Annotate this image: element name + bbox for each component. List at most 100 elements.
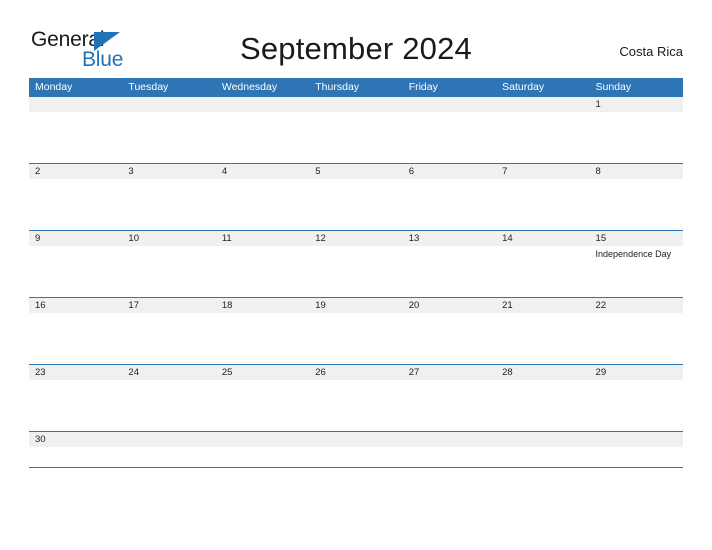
day-cell[interactable] (29, 447, 122, 467)
day-cell[interactable] (403, 246, 496, 296)
day-number[interactable] (216, 97, 309, 112)
day-cell[interactable] (403, 179, 496, 229)
day-cell[interactable] (122, 447, 215, 467)
day-cell[interactable] (216, 179, 309, 229)
week-event-strip (29, 447, 683, 467)
day-cell[interactable] (216, 447, 309, 467)
day-number[interactable] (29, 97, 122, 112)
day-number[interactable] (309, 432, 402, 447)
day-cell[interactable] (122, 112, 215, 162)
day-number[interactable] (122, 432, 215, 447)
day-number[interactable]: 30 (29, 432, 122, 447)
day-number[interactable]: 9 (29, 231, 122, 246)
day-number[interactable]: 11 (216, 231, 309, 246)
day-cell[interactable] (496, 179, 589, 229)
day-cell[interactable] (29, 380, 122, 430)
day-cell[interactable] (403, 447, 496, 467)
day-cell[interactable] (496, 246, 589, 296)
day-cell[interactable] (590, 447, 683, 467)
weekday-header-saturday: Saturday (502, 81, 545, 93)
day-cell[interactable] (29, 246, 122, 296)
day-number[interactable]: 21 (496, 298, 589, 313)
day-cell[interactable] (309, 179, 402, 229)
day-number[interactable] (590, 432, 683, 447)
day-number[interactable]: 2 (29, 164, 122, 179)
day-cell[interactable] (590, 112, 683, 162)
day-cell[interactable]: Independence Day (590, 246, 683, 296)
calendar-page: General Blue September 2024 Costa Rica M… (0, 0, 712, 550)
day-cell[interactable] (496, 447, 589, 467)
day-cell[interactable] (122, 246, 215, 296)
day-number[interactable]: 3 (122, 164, 215, 179)
week-event-strip (29, 313, 683, 363)
day-cell[interactable] (29, 313, 122, 363)
day-cell[interactable] (590, 179, 683, 229)
day-number[interactable] (496, 432, 589, 447)
week-row: 30 (29, 432, 683, 468)
day-cell[interactable] (216, 313, 309, 363)
weekday-header-tuesday: Tuesday (128, 81, 169, 93)
day-number[interactable]: 7 (496, 164, 589, 179)
weekday-header-wednesday: Wednesday (221, 81, 278, 93)
day-cell[interactable] (216, 380, 309, 430)
week-date-strip: 23 24 25 26 27 28 29 (29, 365, 683, 380)
day-number[interactable] (403, 432, 496, 447)
day-number[interactable]: 14 (496, 231, 589, 246)
day-cell[interactable] (496, 380, 589, 430)
day-number[interactable]: 16 (29, 298, 122, 313)
day-number[interactable]: 22 (590, 298, 683, 313)
day-number[interactable]: 19 (309, 298, 402, 313)
day-number[interactable]: 25 (216, 365, 309, 380)
day-number[interactable]: 24 (122, 365, 215, 380)
week-row: 23 24 25 26 27 28 29 (29, 365, 683, 432)
day-number[interactable]: 29 (590, 365, 683, 380)
day-number[interactable]: 1 (590, 97, 683, 112)
day-number[interactable] (403, 97, 496, 112)
day-number[interactable]: 20 (403, 298, 496, 313)
day-cell[interactable] (403, 313, 496, 363)
day-number[interactable]: 8 (590, 164, 683, 179)
weekday-header-thursday: Thursday (315, 81, 360, 93)
day-number[interactable]: 5 (309, 164, 402, 179)
page-header: General Blue September 2024 Costa Rica (0, 0, 712, 76)
day-cell[interactable] (403, 380, 496, 430)
week-date-strip: 2 3 4 5 6 7 8 (29, 164, 683, 179)
day-cell[interactable] (309, 447, 402, 467)
day-number[interactable]: 23 (29, 365, 122, 380)
day-cell[interactable] (29, 112, 122, 162)
day-number[interactable]: 15 (590, 231, 683, 246)
day-cell[interactable] (309, 112, 402, 162)
day-number[interactable] (496, 97, 589, 112)
day-number[interactable]: 28 (496, 365, 589, 380)
day-cell[interactable] (122, 380, 215, 430)
day-cell[interactable] (216, 112, 309, 162)
day-number[interactable]: 4 (216, 164, 309, 179)
day-cell[interactable] (590, 380, 683, 430)
day-cell[interactable] (216, 246, 309, 296)
day-cell[interactable] (122, 313, 215, 363)
day-cell[interactable] (496, 313, 589, 363)
day-number[interactable]: 27 (403, 365, 496, 380)
day-number[interactable] (309, 97, 402, 112)
day-number[interactable]: 10 (122, 231, 215, 246)
day-cell[interactable] (309, 246, 402, 296)
week-date-strip: 30 (29, 432, 683, 447)
day-number[interactable] (122, 97, 215, 112)
day-number[interactable] (216, 432, 309, 447)
day-number[interactable]: 6 (403, 164, 496, 179)
day-number[interactable]: 26 (309, 365, 402, 380)
day-number[interactable]: 18 (216, 298, 309, 313)
day-cell[interactable] (590, 313, 683, 363)
day-cell[interactable] (403, 112, 496, 162)
weekday-header-monday: Monday (35, 81, 73, 93)
day-cell[interactable] (309, 380, 402, 430)
weekday-header-friday: Friday (408, 81, 438, 93)
day-number[interactable]: 17 (122, 298, 215, 313)
day-cell[interactable] (496, 112, 589, 162)
day-cell[interactable] (29, 179, 122, 229)
day-number[interactable]: 12 (309, 231, 402, 246)
day-cell[interactable] (122, 179, 215, 229)
day-cell[interactable] (309, 313, 402, 363)
day-number[interactable]: 13 (403, 231, 496, 246)
week-event-strip: Independence Day (29, 246, 683, 296)
